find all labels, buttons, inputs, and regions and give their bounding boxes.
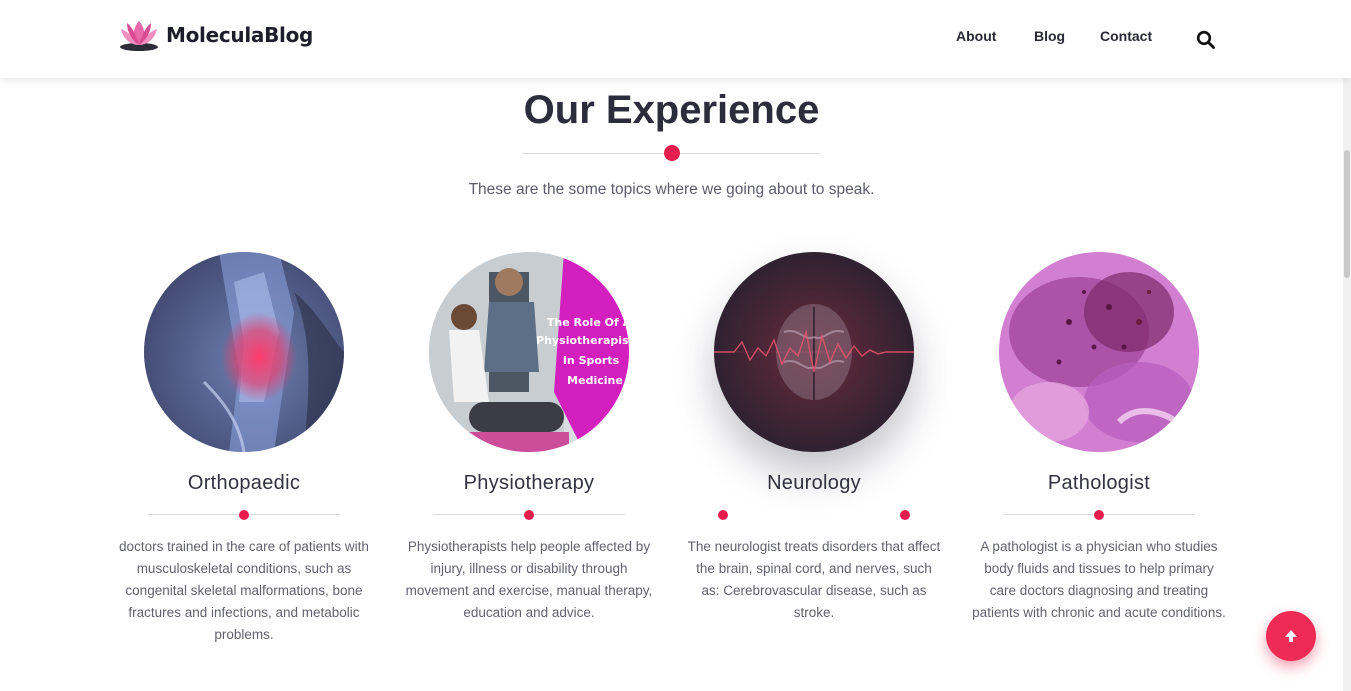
- brand-logo[interactable]: MoleculaBlog: [117, 17, 313, 53]
- svg-text:In Sports: In Sports: [563, 354, 620, 367]
- brand-name: MoleculaBlog: [166, 23, 314, 47]
- card-description: Physiotherapists help people affected by…: [405, 539, 653, 620]
- physiotherapy-photo: The Role Of A Physiotherapist In Sports …: [429, 252, 629, 452]
- svg-text:Physiotherapist: Physiotherapist: [536, 334, 629, 347]
- topic-card-orthopaedic[interactable]: Orthopaedic doctors trained in the care …: [114, 252, 374, 646]
- divider-dot: [524, 510, 534, 520]
- card-description: doctors trained in the care of patients …: [119, 539, 369, 642]
- nav-contact[interactable]: Contact: [1100, 28, 1152, 44]
- card-title: Pathologist: [1047, 472, 1151, 494]
- scroll-to-top-button[interactable]: [1266, 611, 1316, 661]
- card-description: A pathologist is a physician who studies…: [972, 539, 1226, 620]
- divider-dot: [900, 510, 910, 520]
- divider-dot: [1094, 510, 1104, 520]
- card-title: Physiotherapy: [463, 472, 595, 494]
- topic-card-pathologist[interactable]: Pathologist A pathologist is a physician…: [969, 252, 1229, 624]
- search-icon[interactable]: [1196, 30, 1216, 50]
- nav-about[interactable]: About: [956, 28, 996, 44]
- knee-xray-illustration: [144, 252, 344, 452]
- card-divider: [148, 510, 340, 520]
- card-divider: [433, 510, 625, 520]
- section-subtitle: These are the some topics where we going…: [468, 181, 875, 198]
- lotus-icon: [120, 21, 158, 51]
- topic-card-physiotherapy[interactable]: The Role Of A Physiotherapist In Sports …: [399, 252, 659, 624]
- nav-blog[interactable]: Blog: [1034, 28, 1065, 44]
- divider-dot: [718, 510, 728, 520]
- card-divider: [718, 510, 910, 520]
- arrow-up-icon: [1285, 630, 1297, 642]
- svg-text:Medicine: Medicine: [567, 374, 623, 387]
- title-divider-dot: [664, 145, 680, 161]
- divider-dot: [239, 510, 249, 520]
- scrollbar-thumb[interactable]: [1344, 150, 1350, 278]
- tissue-micrograph: [999, 252, 1199, 452]
- card-title: Orthopaedic: [187, 472, 301, 494]
- card-divider: [1003, 510, 1195, 520]
- topic-card-neurology[interactable]: Neurology The neurologist treats disorde…: [684, 252, 944, 624]
- page-scrollbar[interactable]: [1343, 0, 1351, 691]
- svg-text:The Role Of A: The Role Of A: [547, 316, 629, 329]
- brain-scan-illustration: [714, 252, 914, 452]
- card-description: The neurologist treats disorders that af…: [687, 539, 941, 620]
- card-title: Neurology: [767, 472, 861, 494]
- section-title: Our Experience: [523, 88, 820, 132]
- site-header: MoleculaBlog About Blog Contact: [0, 0, 1351, 78]
